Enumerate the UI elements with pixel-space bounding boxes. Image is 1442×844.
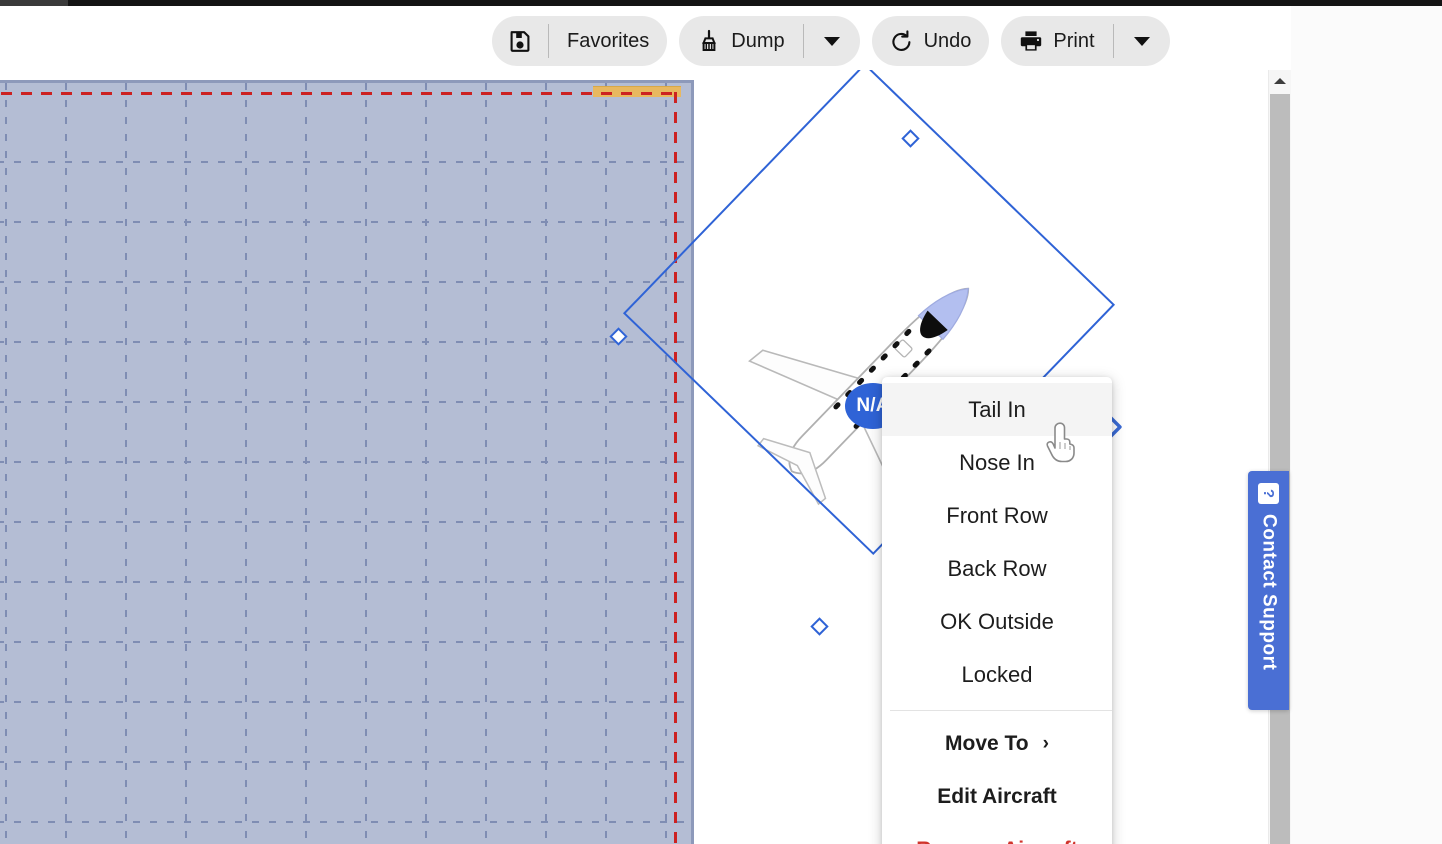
- grid-line-horizontal: [0, 581, 691, 583]
- grid-line-horizontal: [0, 401, 691, 403]
- vertical-scrollbar[interactable]: [1268, 70, 1291, 844]
- favorites-button-label: Favorites: [567, 29, 650, 52]
- grid-line-vertical: [125, 83, 127, 844]
- caret-down-icon: [823, 36, 840, 46]
- context-menu-item-tail-in[interactable]: Tail In: [882, 383, 1112, 436]
- print-button[interactable]: Print: [1001, 16, 1112, 66]
- hangar-boundary-right: [674, 92, 677, 844]
- printer-icon: [1021, 31, 1042, 51]
- caret-down-icon: [1133, 36, 1150, 46]
- right-gutter: [1291, 6, 1442, 844]
- grid-line-horizontal: [0, 761, 691, 763]
- main-toolbar: Favorites Dump Undo Print: [492, 16, 1170, 66]
- grid-line-horizontal: [0, 221, 691, 223]
- selection-handle-top[interactable]: [901, 129, 920, 148]
- save-button[interactable]: [492, 16, 548, 66]
- scroll-up-arrow-glyph: [1274, 78, 1286, 84]
- grid-line-horizontal: [0, 161, 691, 163]
- context-menu-item-move-to[interactable]: Move To ›: [882, 717, 1112, 770]
- grid-line-vertical: [305, 83, 307, 844]
- grid-line-horizontal: [0, 821, 691, 823]
- grid-line-horizontal: [0, 701, 691, 703]
- context-menu-item-nose-in[interactable]: Nose In: [882, 436, 1112, 489]
- app-root: N/A Tail In Nose In Front Row Back Row O…: [0, 0, 1442, 844]
- context-menu-item-back-row[interactable]: Back Row: [882, 542, 1112, 595]
- scrollbar-thumb[interactable]: [1270, 94, 1290, 844]
- grid-line-vertical: [185, 83, 187, 844]
- favorites-button-group: Favorites: [492, 16, 668, 66]
- print-dropdown-button[interactable]: [1114, 16, 1170, 66]
- grid-line-horizontal: [0, 641, 691, 643]
- context-menu-item-move-to-label: Move To: [945, 731, 1029, 755]
- context-menu-item-ok-outside[interactable]: OK Outside: [882, 595, 1112, 648]
- aircraft-context-menu[interactable]: Tail In Nose In Front Row Back Row OK Ou…: [882, 377, 1112, 844]
- context-menu-item-front-row[interactable]: Front Row: [882, 489, 1112, 542]
- grid-line-horizontal: [0, 281, 691, 283]
- context-menu-divider: [890, 710, 1112, 711]
- context-menu-item-edit-aircraft[interactable]: Edit Aircraft: [882, 770, 1112, 823]
- hangar-boundary-top: [1, 92, 677, 95]
- grid-line-vertical: [65, 83, 67, 844]
- grid-line-vertical: [5, 83, 7, 844]
- broom-icon: [702, 29, 717, 51]
- context-menu-item-remove-aircraft[interactable]: Remove Aircraft: [882, 823, 1112, 844]
- favorites-button[interactable]: Favorites: [549, 16, 667, 66]
- grid-line-horizontal: [0, 521, 691, 523]
- print-button-group: Print: [1001, 16, 1170, 66]
- grid-line-vertical: [545, 83, 547, 844]
- dump-button[interactable]: Dump: [679, 16, 802, 66]
- selection-handle-bottom[interactable]: [810, 617, 829, 636]
- window-top-strip-segment: [0, 0, 68, 6]
- undo-button[interactable]: Undo: [872, 16, 990, 66]
- context-menu-item-locked[interactable]: Locked: [882, 648, 1112, 701]
- print-button-label: Print: [1053, 29, 1095, 52]
- question-mark-icon: ?: [1258, 483, 1279, 504]
- undo-arrow-icon: [891, 30, 911, 51]
- hangar-door[interactable]: [593, 86, 681, 97]
- dump-button-label: Dump: [731, 29, 785, 52]
- dump-button-group: Dump: [679, 16, 860, 66]
- grid-line-vertical: [485, 83, 487, 844]
- grid-line-vertical: [605, 83, 607, 844]
- grid-line-vertical: [425, 83, 427, 844]
- grid-line-horizontal: [0, 341, 691, 343]
- floppy-disk-icon: [510, 31, 530, 52]
- chevron-right-icon: ›: [1042, 733, 1049, 754]
- dump-dropdown-button[interactable]: [804, 16, 860, 66]
- hangar-canvas[interactable]: N/A Tail In Nose In Front Row Back Row O…: [0, 70, 1268, 844]
- grid-line-vertical: [365, 83, 367, 844]
- grid-line-vertical: [245, 83, 247, 844]
- window-top-strip: [0, 0, 1442, 6]
- contact-support-tab[interactable]: ? Contact Support: [1248, 471, 1289, 710]
- grid-line-vertical: [665, 83, 667, 844]
- contact-support-label: Contact Support: [1258, 514, 1280, 671]
- grid-line-horizontal: [0, 461, 691, 463]
- undo-button-label: Undo: [923, 29, 972, 52]
- undo-button-group: Undo: [871, 16, 990, 66]
- scroll-up-arrow-icon[interactable]: [1269, 70, 1291, 92]
- hangar-floor[interactable]: [0, 80, 694, 844]
